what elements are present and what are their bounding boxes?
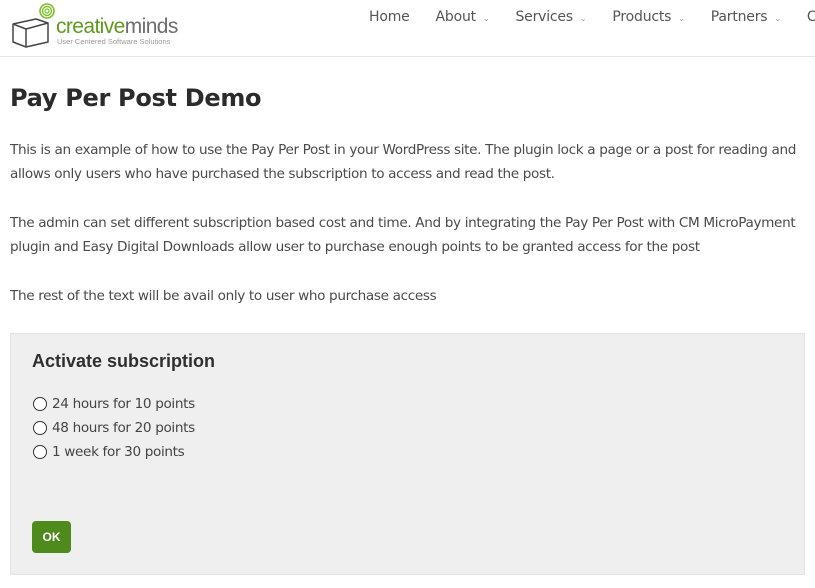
nav-label: Products	[612, 9, 672, 25]
radio-button[interactable]	[33, 421, 47, 435]
logo-word-creative: creative	[56, 15, 125, 38]
nav-item-about[interactable]: About ⌄	[436, 7, 490, 27]
option-label: 24 hours for 10 points	[52, 396, 195, 412]
subscription-option-24h[interactable]: 24 hours for 10 points	[33, 392, 195, 416]
subscription-options: 24 hours for 10 points 48 hours for 20 p…	[33, 392, 195, 464]
site-header: creativeminds User Centered Software Sol…	[0, 0, 815, 57]
site-logo[interactable]: creativeminds User Centered Software Sol…	[8, 2, 178, 52]
subscription-option-1week[interactable]: 1 week for 30 points	[33, 440, 195, 464]
page-title: Pay Per Post Demo	[10, 84, 262, 112]
restricted-notice: The rest of the text will be avail only …	[10, 288, 437, 304]
ok-button[interactable]: OK	[32, 521, 71, 553]
logo-wordmark: creativeminds	[56, 16, 178, 38]
logo-tagline: User Centered Software Solutions	[57, 37, 171, 46]
subscription-option-48h[interactable]: 48 hours for 20 points	[33, 416, 195, 440]
main-nav: Home About ⌄ Services ⌄ Products ⌄ Partners…	[369, 7, 815, 27]
chevron-down-icon: ⌄	[774, 14, 781, 23]
subscription-box: Activate subscription 24 hours for 10 po…	[10, 333, 805, 575]
nav-item-cu[interactable]: Cu	[807, 7, 815, 27]
intro-paragraph: This is an example of how to use the Pay…	[10, 142, 797, 182]
option-label: 48 hours for 20 points	[52, 420, 195, 436]
logo-word-minds: minds	[124, 15, 179, 38]
nav-label: Services	[515, 9, 573, 25]
cube-spiral-logo-icon	[12, 3, 55, 48]
chevron-down-icon: ⌄	[482, 14, 490, 23]
radio-button[interactable]	[33, 397, 47, 411]
nav-item-partners[interactable]: Partners ⌄	[711, 7, 781, 27]
radio-button[interactable]	[33, 445, 47, 459]
nav-item-services[interactable]: Services ⌄	[515, 7, 586, 27]
nav-label: About	[435, 9, 477, 25]
chevron-down-icon: ⌄	[678, 14, 685, 23]
nav-item-home[interactable]: Home	[369, 7, 410, 27]
nav-label: Partners	[710, 9, 768, 25]
option-label: 1 week for 30 points	[52, 444, 185, 460]
nav-label: Home	[369, 9, 410, 25]
nav-label: Cu	[806, 9, 815, 25]
chevron-down-icon: ⌄	[579, 14, 587, 23]
nav-item-products[interactable]: Products ⌄	[612, 7, 685, 27]
subscription-title: Activate subscription	[32, 351, 216, 371]
admin-paragraph: The admin can set different subscription…	[10, 215, 796, 255]
